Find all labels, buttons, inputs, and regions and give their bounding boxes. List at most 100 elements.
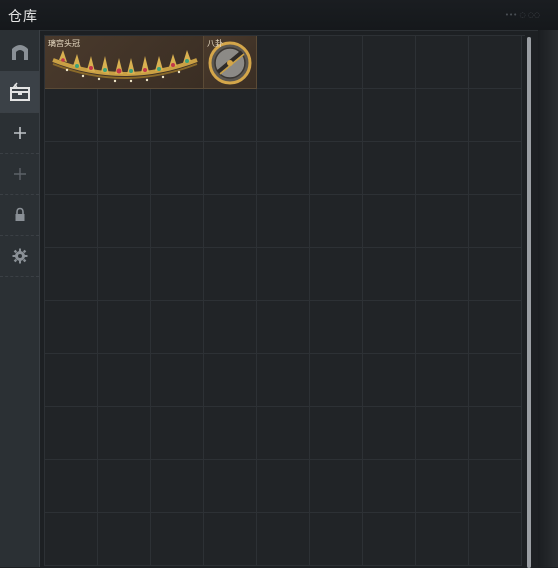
- inventory-slot[interactable]: [469, 513, 522, 566]
- inventory-slot[interactable]: [416, 36, 469, 89]
- inventory-slot[interactable]: [363, 36, 416, 89]
- inventory-slot[interactable]: [363, 513, 416, 566]
- inventory-slot[interactable]: [310, 301, 363, 354]
- inventory-slot[interactable]: [257, 513, 310, 566]
- inventory-slot[interactable]: [363, 89, 416, 142]
- inventory-slot[interactable]: [469, 407, 522, 460]
- inventory-grid: 璃宫头冠 八卦: [44, 35, 525, 566]
- inventory-slot[interactable]: [416, 407, 469, 460]
- inventory-item-tiara[interactable]: 璃宫头冠: [45, 36, 204, 89]
- inventory-slot[interactable]: [469, 89, 522, 142]
- inventory-slot[interactable]: [257, 142, 310, 195]
- inventory-slot[interactable]: [310, 513, 363, 566]
- sidebar-item-lock[interactable]: [0, 194, 39, 236]
- inventory-slot[interactable]: [98, 89, 151, 142]
- inventory-slot[interactable]: [469, 354, 522, 407]
- inventory-slot[interactable]: [151, 460, 204, 513]
- inventory-slot[interactable]: [204, 513, 257, 566]
- inventory-slot[interactable]: [416, 195, 469, 248]
- inventory-slot[interactable]: [151, 407, 204, 460]
- inventory-slot[interactable]: [151, 354, 204, 407]
- inventory-slot[interactable]: [45, 142, 98, 195]
- sidebar-item-storage[interactable]: [0, 71, 39, 113]
- inventory-slot[interactable]: [257, 248, 310, 301]
- inventory-slot[interactable]: [257, 89, 310, 142]
- inventory-slot[interactable]: [204, 248, 257, 301]
- inventory-slot[interactable]: [416, 460, 469, 513]
- inventory-slot[interactable]: [416, 354, 469, 407]
- inventory-slot[interactable]: [204, 301, 257, 354]
- window-title: 仓库: [8, 9, 38, 25]
- inventory-slot[interactable]: [257, 407, 310, 460]
- inventory-slot[interactable]: [416, 513, 469, 566]
- inventory-slot[interactable]: [151, 142, 204, 195]
- inventory-slot[interactable]: [310, 89, 363, 142]
- inventory-slot[interactable]: [151, 195, 204, 248]
- inventory-slot[interactable]: [204, 460, 257, 513]
- item-label: 璃宫头冠: [48, 39, 80, 48]
- inventory-slot[interactable]: [416, 248, 469, 301]
- inventory-slot[interactable]: [45, 195, 98, 248]
- inventory-slot[interactable]: [98, 460, 151, 513]
- inventory-slot[interactable]: [98, 354, 151, 407]
- inventory-slot[interactable]: [469, 460, 522, 513]
- inventory-slot[interactable]: [310, 142, 363, 195]
- inventory-slot[interactable]: [151, 248, 204, 301]
- inventory-slot[interactable]: [257, 195, 310, 248]
- sidebar-item-add[interactable]: [0, 112, 39, 154]
- inventory-slot[interactable]: [416, 301, 469, 354]
- inventory-slot[interactable]: [98, 195, 151, 248]
- inventory-slot[interactable]: [98, 407, 151, 460]
- inventory-slot[interactable]: [310, 407, 363, 460]
- inventory-slot[interactable]: [416, 89, 469, 142]
- inventory-slot[interactable]: [363, 142, 416, 195]
- inventory-slot[interactable]: [204, 407, 257, 460]
- lock-icon: [15, 207, 24, 221]
- inventory-slot[interactable]: [363, 248, 416, 301]
- inventory-slot[interactable]: [45, 407, 98, 460]
- inventory-slot[interactable]: [469, 195, 522, 248]
- inventory-slot[interactable]: [363, 460, 416, 513]
- inventory-slot[interactable]: [363, 354, 416, 407]
- inventory-slot[interactable]: [363, 407, 416, 460]
- inventory-slot[interactable]: [204, 89, 257, 142]
- inventory-slot[interactable]: [257, 460, 310, 513]
- inventory-slot[interactable]: [257, 301, 310, 354]
- inventory-slot[interactable]: [310, 354, 363, 407]
- inventory-slot[interactable]: [310, 460, 363, 513]
- inventory-slot[interactable]: [45, 513, 98, 566]
- inventory-slot[interactable]: [45, 460, 98, 513]
- inventory-slot[interactable]: [469, 301, 522, 354]
- inventory-slot[interactable]: [98, 513, 151, 566]
- inventory-slot[interactable]: [151, 301, 204, 354]
- inventory-slot[interactable]: [257, 354, 310, 407]
- inventory-slot[interactable]: [98, 142, 151, 195]
- inventory-slot[interactable]: [45, 248, 98, 301]
- inventory-slot[interactable]: [257, 36, 310, 89]
- inventory-slot[interactable]: [45, 89, 98, 142]
- scrollbar-thumb[interactable]: [527, 37, 531, 568]
- inventory-slot[interactable]: [204, 354, 257, 407]
- scrollbar[interactable]: [527, 37, 531, 568]
- inventory-slot[interactable]: [45, 301, 98, 354]
- inventory-slot[interactable]: [98, 248, 151, 301]
- sidebar-item-settings[interactable]: [0, 235, 39, 277]
- gear-icon: [12, 248, 27, 263]
- inventory-slot[interactable]: [469, 36, 522, 89]
- inventory-slot[interactable]: [310, 195, 363, 248]
- inventory-slot[interactable]: [310, 248, 363, 301]
- inventory-slot[interactable]: [45, 354, 98, 407]
- inventory-slot[interactable]: [204, 195, 257, 248]
- inventory-slot[interactable]: [416, 142, 469, 195]
- sidebar-item-warehouse[interactable]: [0, 30, 39, 72]
- inventory-slot[interactable]: [310, 36, 363, 89]
- inventory-slot[interactable]: [363, 301, 416, 354]
- inventory-slot[interactable]: [151, 513, 204, 566]
- inventory-slot[interactable]: [98, 301, 151, 354]
- inventory-item-compass[interactable]: 八卦: [204, 36, 257, 89]
- inventory-slot[interactable]: [469, 142, 522, 195]
- inventory-slot[interactable]: [151, 89, 204, 142]
- inventory-slot[interactable]: [469, 248, 522, 301]
- inventory-slot[interactable]: [204, 142, 257, 195]
- inventory-slot[interactable]: [363, 195, 416, 248]
